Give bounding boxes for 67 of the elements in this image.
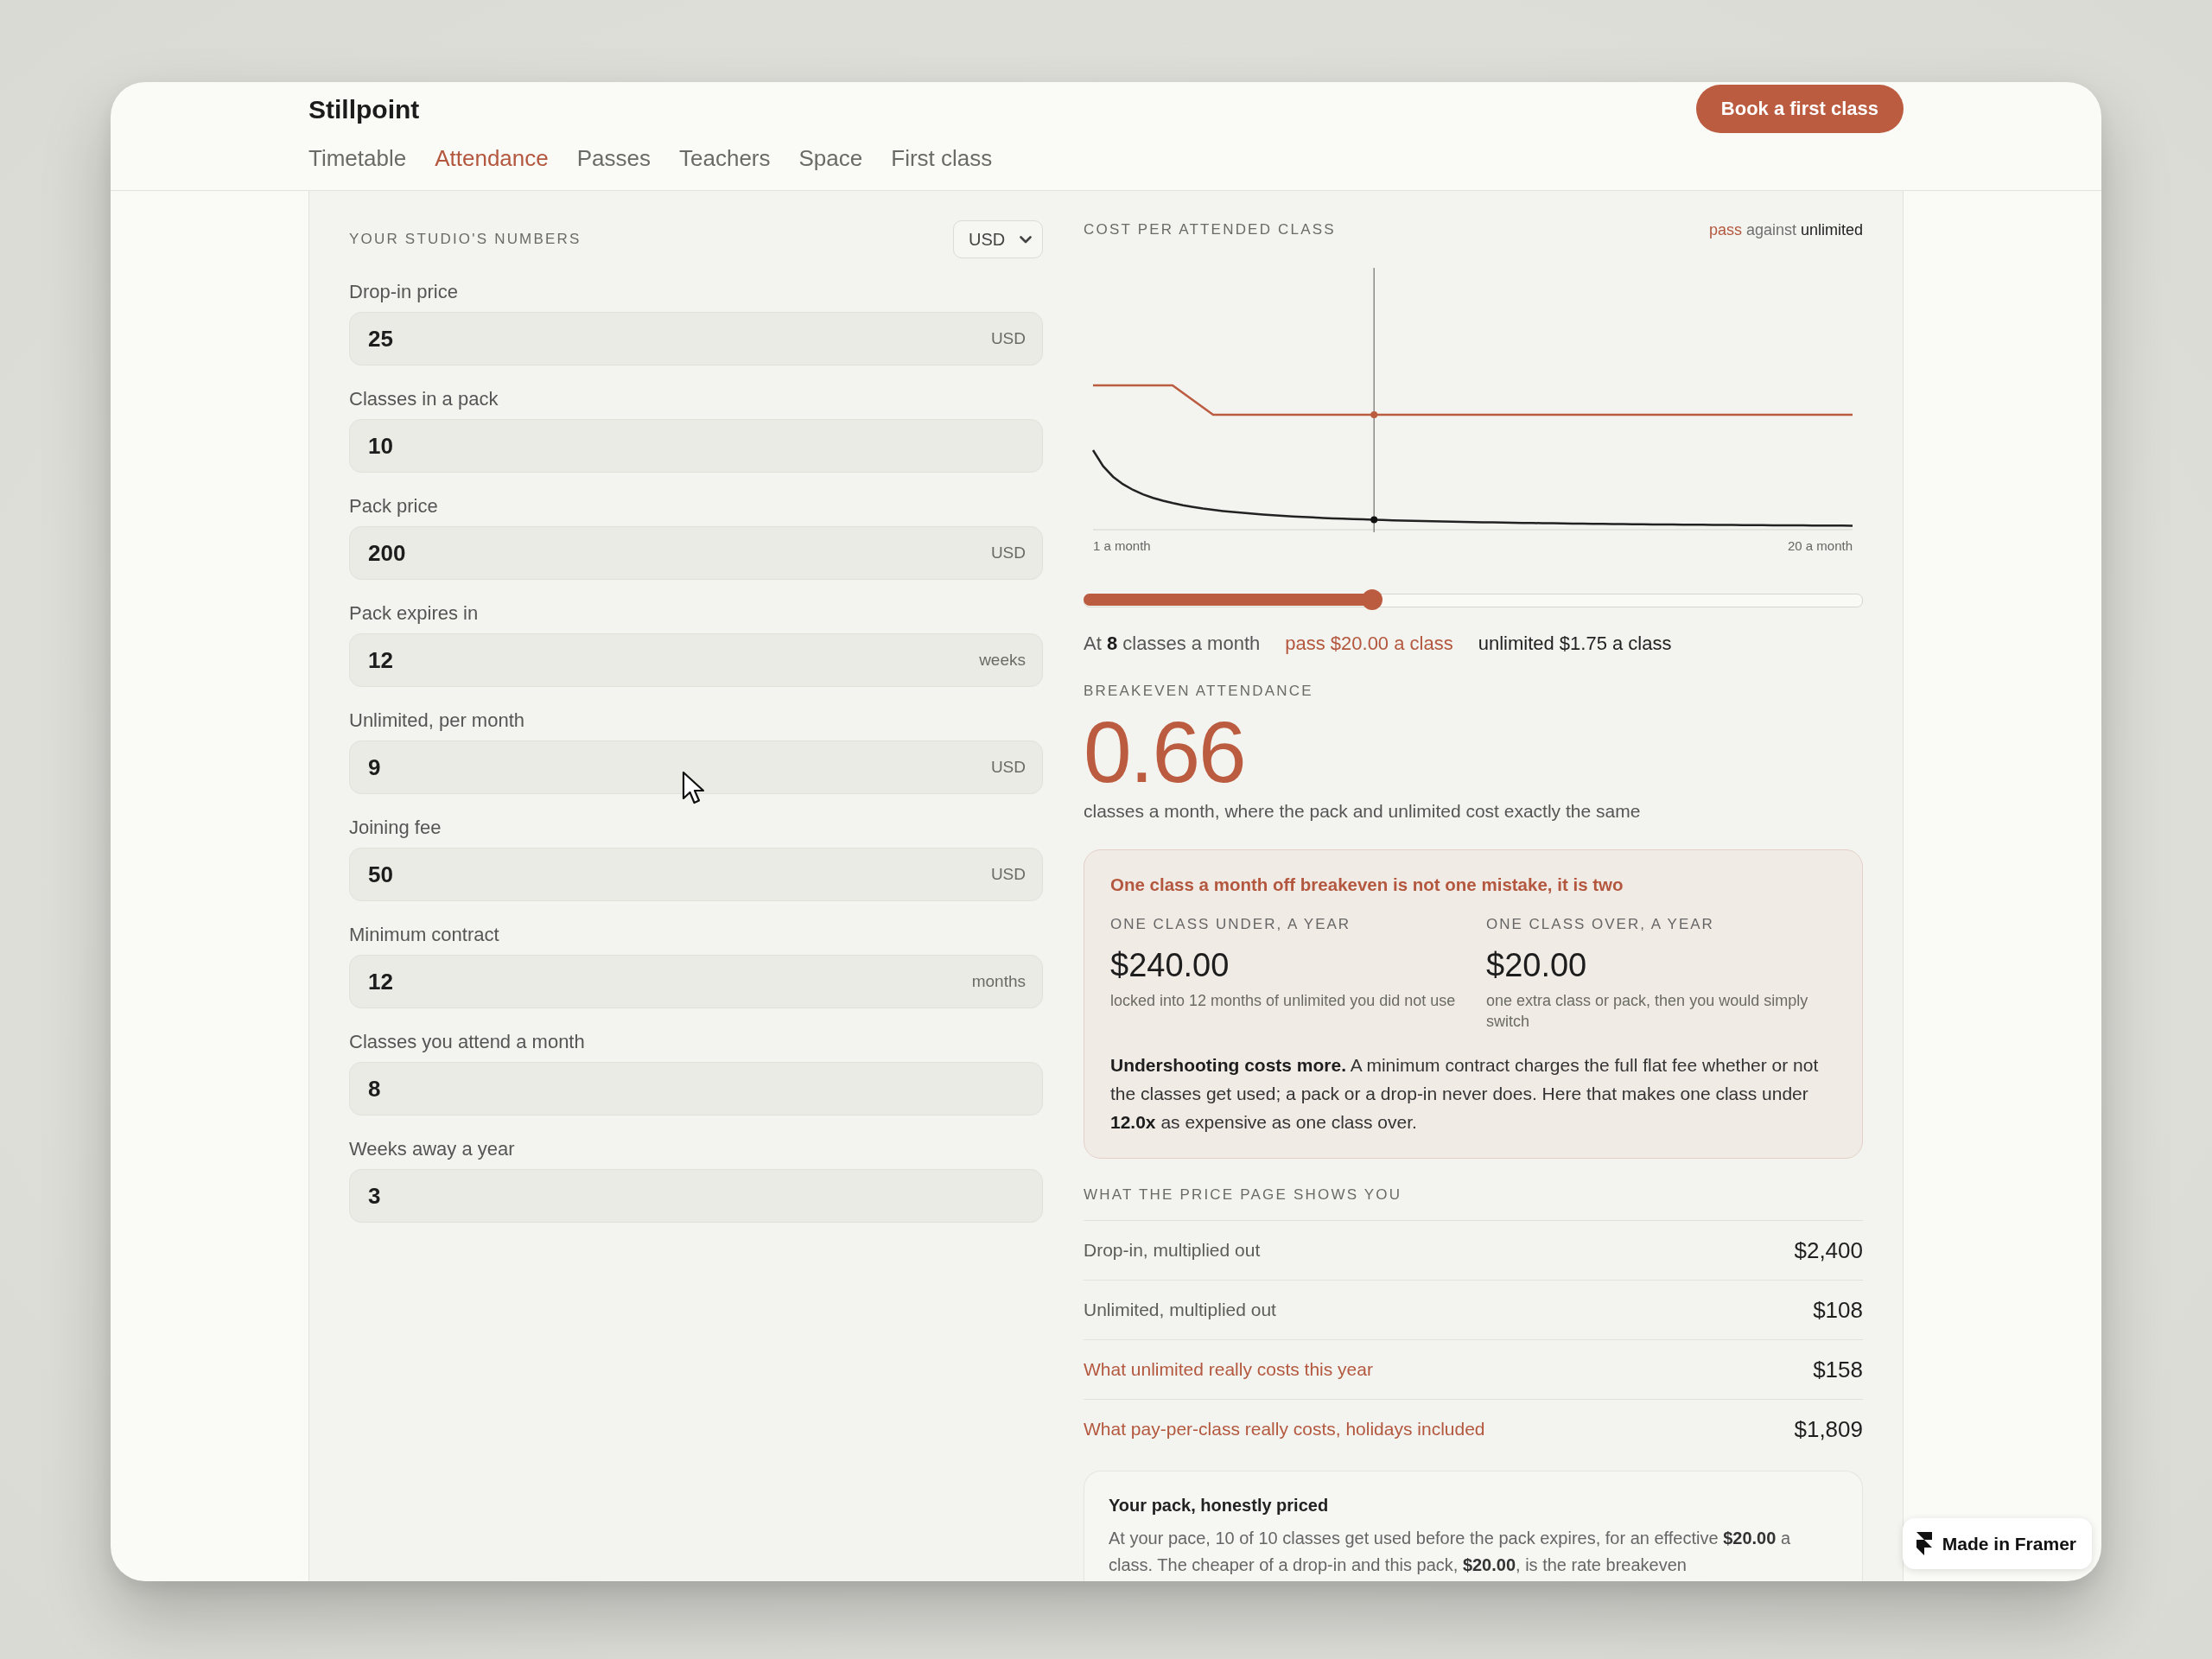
legend-joiner-text: against (1745, 220, 1796, 239)
stat-heading: ONE CLASS UNDER, A YEAR (1110, 915, 1352, 934)
currency-select[interactable]: USD (953, 220, 1043, 258)
breakeven-value: 0.66 (1084, 709, 1245, 795)
attendance-readout: At 8 classes a month (1084, 632, 1261, 656)
stat-heading: ONE CLASS OVER, A YEAR (1486, 915, 1715, 934)
row-value: $158 (1813, 1356, 1863, 1383)
row-label: Unlimited, multiplied out (1084, 1300, 1276, 1320)
field-label: Joining fee (349, 816, 442, 840)
number-field[interactable]: 10 (349, 419, 1043, 473)
slider-thumb[interactable] (1361, 589, 1382, 610)
section-heading: YOUR STUDIO'S NUMBERS (349, 230, 582, 249)
nav-tab[interactable]: Timetable (308, 143, 407, 174)
field-label: Unlimited, per month (349, 709, 525, 733)
field-label: Minimum contract (349, 923, 500, 947)
unlimited-cost-readout: unlimited $1.75 a class (1478, 632, 1672, 656)
card-title: One class a month off breakeven is not one mistake, it is two (1110, 874, 1624, 896)
number-field[interactable]: 3 (349, 1169, 1043, 1223)
made-in-framer-badge[interactable]: Made in Framer (1902, 1518, 2092, 1569)
stat-note: one extra class or pack, then you would simply switch (1486, 991, 1809, 1032)
nav-tab[interactable]: Passes (576, 143, 652, 174)
pass-cost-readout: pass $20.00 a class (1285, 632, 1453, 656)
number-field[interactable]: 8 (349, 1062, 1043, 1116)
field-label: Classes you attend a month (349, 1030, 586, 1054)
unit-label: USD (990, 543, 1026, 563)
row-label: What pay-per-class really costs, holidays included (1084, 1419, 1485, 1440)
field-label: Pack expires in (349, 601, 480, 626)
row-label: What unlimited really costs this year (1084, 1359, 1373, 1380)
legend-unlimited-label: unlimited (1800, 220, 1863, 239)
card-paragraph: At your pace, 10 of 10 classes get used before the pack expires, for an effective $20.00 a class. The cheaper of a drop-in and this pack, $20.00, is the rate breakeven (1109, 1528, 1792, 1576)
unlimited-point (1370, 516, 1378, 524)
book-class-button[interactable]: Book a first class (1695, 85, 1904, 133)
nav-tab[interactable]: Teachers (679, 143, 771, 174)
row-value: $1,809 (1794, 1415, 1863, 1443)
axis-label: 1 a month (1093, 538, 1151, 553)
chart-heading: COST PER ATTENDED CLASS (1084, 220, 1336, 239)
stat-note: locked into 12 months of unlimited you did not use (1110, 991, 1457, 1011)
unit-label: USD (990, 865, 1026, 884)
mouse-pointer-icon (682, 771, 706, 805)
field-label: Weeks away a year (349, 1137, 516, 1161)
brand-name[interactable]: Stillpoint (308, 93, 420, 124)
chevron-down-icon (1020, 235, 1032, 244)
stat-amount: $240.00 (1110, 946, 1230, 985)
axis-label: 20 a month (1787, 538, 1853, 553)
card-title: Your pack, honestly priced (1109, 1495, 1330, 1516)
stat-amount: $20.00 (1486, 946, 1588, 985)
field-label: Pack price (349, 494, 439, 518)
breakeven-caption: classes a month, where the pack and unlimited cost exactly the same (1084, 800, 1642, 823)
framer-logo-icon (1916, 1532, 1932, 1555)
nav-tab[interactable]: First class (891, 143, 993, 174)
row-label: Drop-in, multiplied out (1084, 1240, 1261, 1261)
nav-tab[interactable]: Attendance (435, 143, 549, 174)
section-heading: BREAKEVEN ATTENDANCE (1084, 682, 1314, 701)
nav-tab[interactable]: Space (798, 143, 863, 174)
pass-point (1370, 411, 1378, 418)
slider-track[interactable] (1084, 589, 1863, 610)
legend-pass-label: pass (1708, 220, 1742, 239)
field-label: Drop-in price (349, 280, 459, 304)
section-heading: WHAT THE PRICE PAGE SHOWS YOU (1084, 1185, 1403, 1205)
field-label: Classes in a pack (349, 387, 499, 411)
unit-label: USD (990, 329, 1026, 348)
row-value: $2,400 (1794, 1236, 1863, 1264)
card-paragraph: Undershooting costs more. A minimum contract charges the full flat fee whether or not the classes get used; a pack or a drop-in never does. Here that makes one class under 12.0x as expensive as one class over. (1110, 1054, 1820, 1134)
unit-label: months (971, 972, 1026, 991)
unit-label: weeks (979, 651, 1026, 670)
row-value: $108 (1813, 1296, 1863, 1324)
unit-label: USD (990, 758, 1026, 777)
